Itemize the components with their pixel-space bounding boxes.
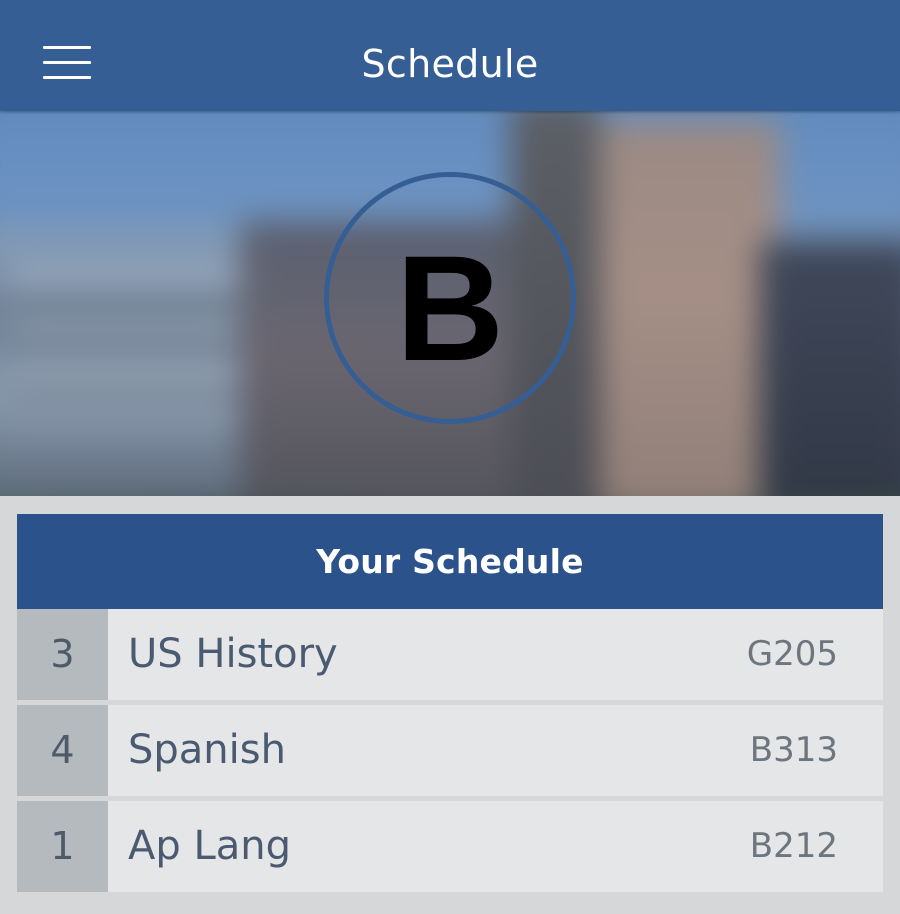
period-number: 1	[17, 801, 108, 892]
day-letter: B	[395, 224, 505, 392]
course-name: Ap Lang	[128, 823, 292, 869]
hero-banner: B	[0, 111, 900, 496]
schedule-row[interactable]: 3 US History G205	[17, 609, 883, 700]
room-number: G205	[746, 634, 838, 674]
schedule-row[interactable]: 4 Spanish B313	[17, 705, 883, 796]
course-name: US History	[128, 631, 338, 677]
room-number: B313	[749, 730, 838, 770]
room-number: B212	[749, 826, 838, 866]
period-number: 3	[17, 609, 108, 700]
course-name: Spanish	[128, 727, 286, 773]
schedule-list: 3 US History G205 4 Spanish B313 1 Ap La…	[17, 609, 883, 892]
page-title: Schedule	[361, 42, 539, 86]
schedule-heading: Your Schedule	[17, 514, 883, 609]
period-number: 4	[17, 705, 108, 796]
day-letter-badge: B	[324, 172, 576, 424]
schedule-row[interactable]: 1 Ap Lang B212	[17, 801, 883, 892]
schedule-card: Your Schedule 3 US History G205 4 Spanis…	[17, 514, 883, 914]
app-header: Schedule	[0, 0, 900, 111]
